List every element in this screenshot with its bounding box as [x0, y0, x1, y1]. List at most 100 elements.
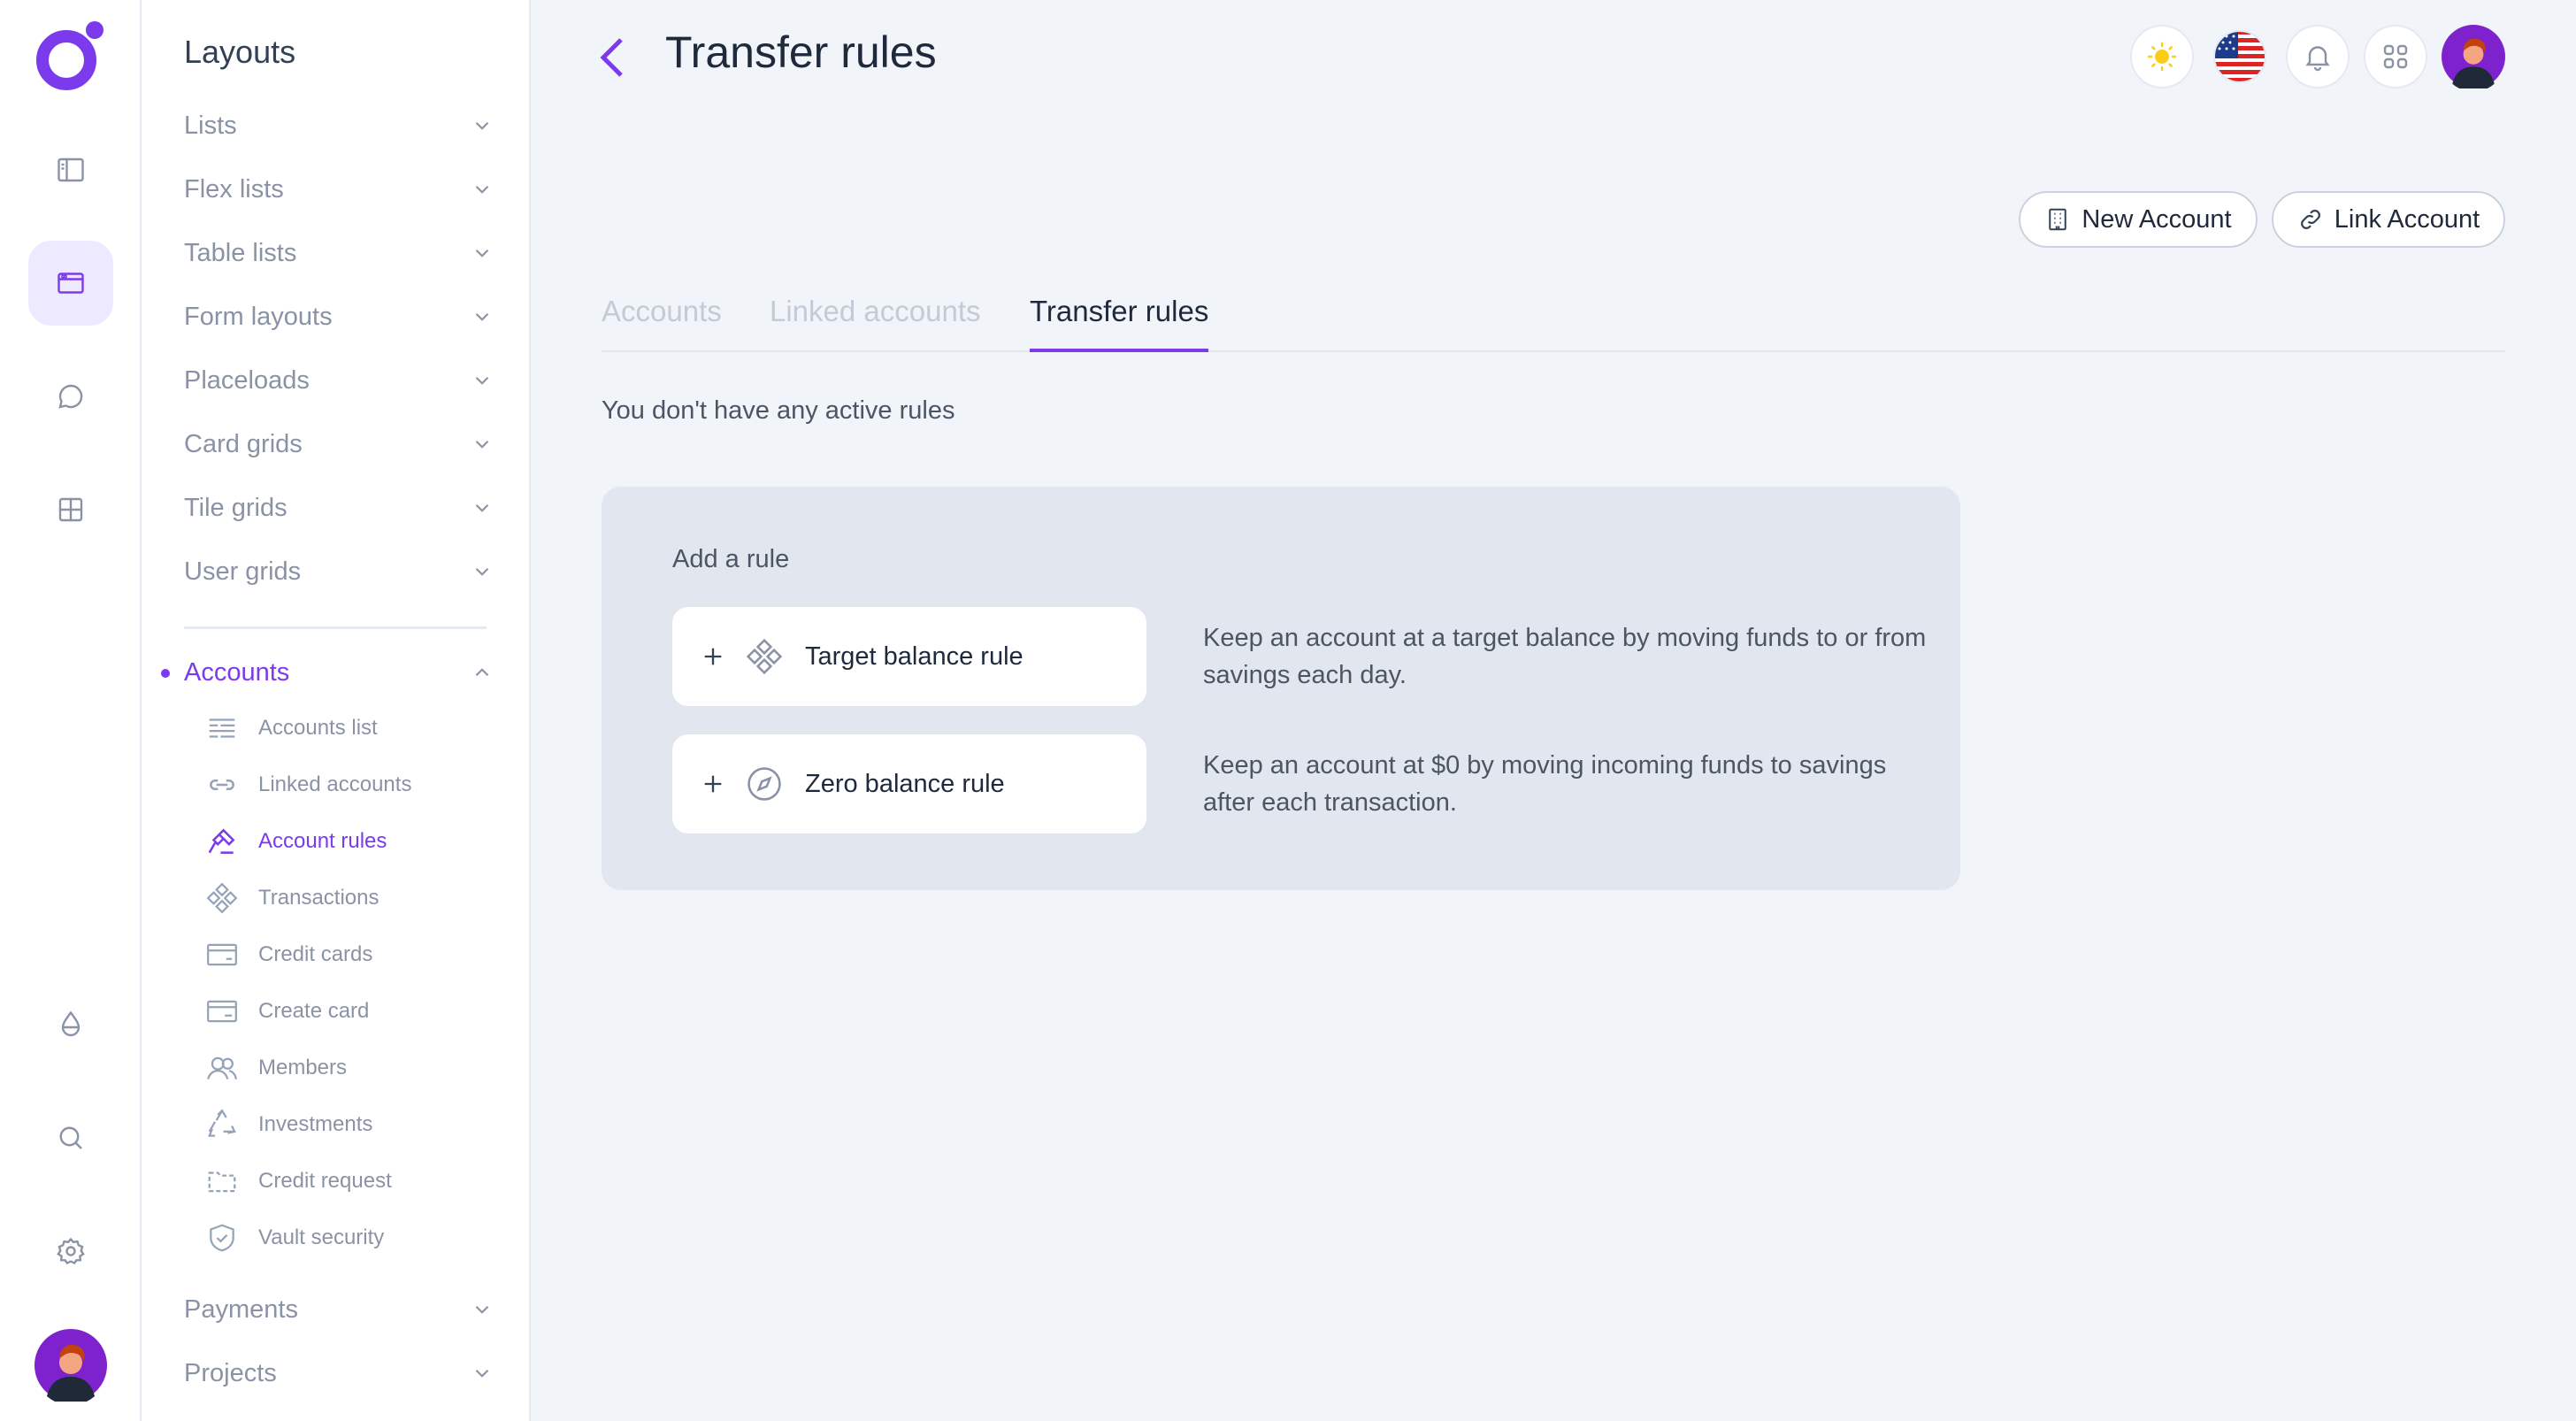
- compass-icon: [748, 767, 781, 801]
- chevron-down-icon: [475, 1369, 489, 1378]
- menu-label: Payments: [184, 1294, 298, 1324]
- credit-card-icon: [207, 943, 237, 966]
- menu-label: Accounts: [184, 657, 290, 687]
- sub-item-label: Create card: [258, 999, 370, 1023]
- layouts-icon[interactable]: [28, 241, 113, 326]
- sub-item-credit-request[interactable]: Credit request: [205, 1159, 392, 1203]
- gavel-icon: [208, 828, 235, 854]
- users-icon: [207, 1056, 237, 1079]
- chevron-down-icon: [475, 376, 489, 385]
- menu-label: Flex lists: [184, 174, 284, 204]
- sub-item-vault-security[interactable]: Vault security: [205, 1216, 384, 1260]
- new-account-button[interactable]: New Account: [2019, 191, 2258, 248]
- recycle-icon: [208, 1109, 236, 1137]
- menu-flex-lists[interactable]: Flex lists: [184, 163, 494, 216]
- tab-transfer-rules[interactable]: Transfer rules: [1030, 292, 1209, 352]
- new-account-label: New Account: [2082, 204, 2232, 234]
- chevron-up-icon: [475, 668, 489, 677]
- chevron-down-icon: [475, 567, 489, 576]
- menu-label: Table lists: [184, 238, 297, 267]
- add-rule-title: Add a rule: [672, 545, 790, 573]
- menu-label: Lists: [184, 111, 237, 140]
- link-icon: [210, 779, 234, 791]
- sub-item-label: Credit cards: [258, 942, 373, 966]
- sub-item-label: Investments: [258, 1112, 373, 1136]
- shield-icon: [210, 1224, 234, 1252]
- chevron-down-icon: [475, 249, 489, 257]
- settings-icon[interactable]: [28, 1209, 113, 1294]
- target-balance-rule-button[interactable]: Target balance rule: [672, 607, 1146, 706]
- empty-state-text: You don't have any active rules: [602, 396, 955, 425]
- menu-table-lists[interactable]: Table lists: [184, 227, 494, 280]
- notifications-button[interactable]: [2286, 25, 2350, 88]
- sub-item-accounts-list[interactable]: Accounts list: [205, 706, 378, 750]
- chevron-down-icon: [475, 312, 489, 321]
- sub-item-label: Credit request: [258, 1169, 392, 1193]
- sub-item-members[interactable]: Members: [205, 1046, 347, 1090]
- menu-payments[interactable]: Payments: [184, 1283, 494, 1336]
- menu-label: Tile grids: [184, 493, 288, 522]
- messages-icon[interactable]: [28, 354, 113, 439]
- sub-item-label: Transactions: [258, 886, 380, 910]
- menu-projects[interactable]: Projects: [184, 1347, 494, 1400]
- menu-label: Placeloads: [184, 365, 310, 395]
- chevron-down-icon: [475, 121, 489, 130]
- sub-item-transactions[interactable]: Transactions: [205, 876, 380, 920]
- menu-tile-grids[interactable]: Tile grids: [184, 481, 494, 534]
- us-flag-icon: [2213, 30, 2266, 83]
- language-button[interactable]: [2208, 25, 2272, 88]
- chevron-down-icon: [475, 503, 489, 512]
- icon-rail: [0, 0, 142, 1421]
- sub-item-label: Members: [258, 1056, 348, 1079]
- menu-label: User grids: [184, 557, 302, 586]
- menu-lists[interactable]: Lists: [184, 99, 494, 152]
- menu-form-layouts[interactable]: Form layouts: [184, 290, 494, 343]
- building-icon: [2049, 208, 2067, 231]
- tab-linked-accounts[interactable]: Linked accounts: [770, 292, 981, 352]
- menu-placeloads[interactable]: Placeloads: [184, 354, 494, 407]
- rule-description: Keep an account at a target balance by m…: [1203, 624, 1927, 689]
- sub-item-label: Linked accounts: [258, 772, 412, 796]
- apps-grid-icon: [2383, 44, 2408, 69]
- rule-label: Zero balance rule: [805, 769, 1005, 798]
- user-avatar[interactable]: [34, 1329, 107, 1402]
- layouts-submenu: Layouts Lists Flex lists Table lists For…: [142, 0, 531, 1421]
- sub-item-create-card[interactable]: Create card: [205, 989, 369, 1033]
- zero-balance-rule-button[interactable]: Zero balance rule: [672, 734, 1146, 833]
- diamond-grid-icon: [746, 638, 783, 675]
- search-icon[interactable]: [28, 1095, 113, 1180]
- add-rule-card: Add a rule Target balance rule Keep an a…: [602, 487, 1960, 890]
- sun-icon: [2147, 42, 2177, 72]
- tab-bar: Accounts Linked accounts Transfer rules: [602, 292, 2505, 352]
- menu-user-grids[interactable]: User grids: [184, 545, 494, 598]
- sub-item-label: Vault security: [258, 1225, 385, 1249]
- theme-toggle-button[interactable]: [2130, 25, 2194, 88]
- sub-item-account-rules[interactable]: Account rules: [205, 819, 387, 864]
- apps-button[interactable]: [2364, 25, 2427, 88]
- menu-card-grids[interactable]: Card grids: [184, 418, 494, 471]
- tab-accounts[interactable]: Accounts: [602, 292, 722, 352]
- profile-avatar[interactable]: [2442, 25, 2505, 88]
- plus-icon: [704, 775, 722, 793]
- folder-icon: [208, 1171, 236, 1193]
- sidebar-toggle-icon[interactable]: [28, 127, 113, 212]
- app-logo-icon[interactable]: [34, 19, 107, 96]
- droplet-icon[interactable]: [28, 982, 113, 1067]
- rule-label: Target balance rule: [805, 641, 1024, 671]
- link-icon: [2300, 210, 2320, 229]
- bell-icon: [2305, 46, 2330, 72]
- grid-icon[interactable]: [28, 467, 113, 552]
- menu-label: Projects: [184, 1358, 277, 1387]
- back-arrow-icon[interactable]: [594, 35, 630, 80]
- link-account-label: Link Account: [2334, 204, 2480, 234]
- link-account-button[interactable]: Link Account: [2272, 191, 2505, 248]
- sub-item-investments[interactable]: Investments: [205, 1102, 372, 1147]
- diamond-grid-icon: [206, 882, 238, 914]
- chevron-down-icon: [475, 1305, 489, 1314]
- sub-item-linked-accounts[interactable]: Linked accounts: [205, 763, 411, 807]
- menu-label: Form layouts: [184, 302, 333, 331]
- rule-description: Keep an account at $0 by moving incoming…: [1203, 751, 1887, 817]
- sub-item-label: Accounts list: [258, 716, 378, 740]
- sub-item-credit-cards[interactable]: Credit cards: [205, 933, 372, 977]
- menu-accounts[interactable]: Accounts: [184, 646, 494, 699]
